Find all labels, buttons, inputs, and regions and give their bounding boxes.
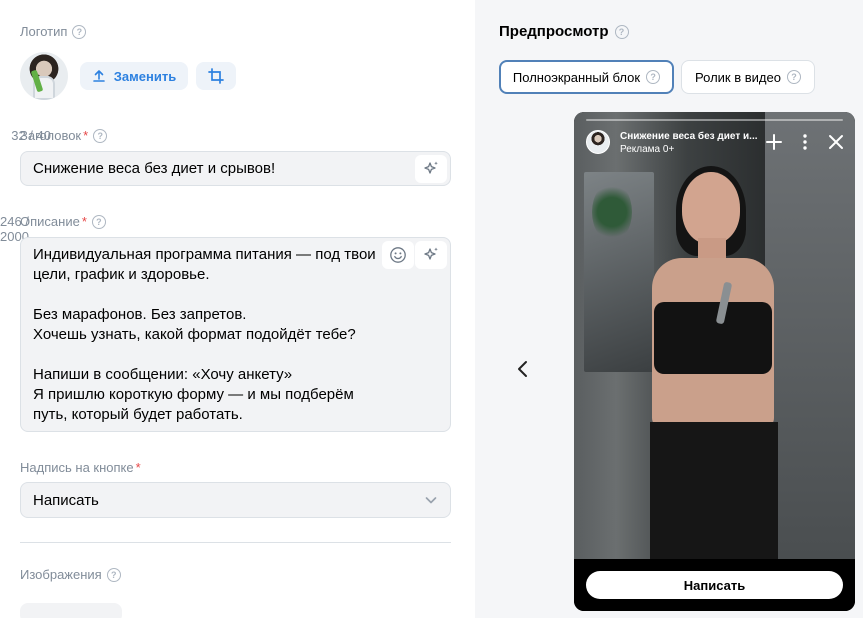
preview-header: Снижение веса без диет и... Реклама 0+ [574, 112, 855, 172]
close-button[interactable] [826, 132, 846, 152]
sparkle-icon [424, 247, 438, 260]
replace-logo-button[interactable]: Заменить [80, 62, 188, 90]
section-divider [20, 542, 451, 543]
tab-fullscreen-block[interactable]: Полноэкранный блок ? [499, 60, 674, 94]
description-line: Хочешь узнать, какой формат подойдёт теб… [33, 326, 356, 343]
button-caption-select[interactable]: Написать [20, 482, 451, 518]
help-icon[interactable]: ? [614, 24, 629, 39]
previous-preview-button[interactable] [512, 358, 534, 380]
upload-icon [92, 70, 105, 82]
help-icon[interactable]: ? [93, 128, 108, 143]
help-icon[interactable]: ? [786, 70, 801, 84]
logo-avatar [20, 52, 68, 100]
title-input[interactable]: Снижение веса без диет и срывов! [20, 151, 451, 186]
logo-label-row: Логотип ? [20, 24, 87, 39]
title-counter: 32 / 40 [11, 128, 51, 143]
required-mark: * [135, 460, 141, 475]
description-line: Индивидуальная программа питания — под т… [33, 246, 376, 263]
tab-label: Ролик в видео [695, 69, 781, 85]
tab-in-video[interactable]: Ролик в видео ? [681, 60, 815, 94]
preview-ad-label: Реклама 0+ [620, 144, 675, 155]
description-line [33, 285, 438, 305]
replace-logo-label: Заменить [113, 68, 177, 84]
crop-icon [208, 68, 224, 84]
story-progress-bar [586, 119, 843, 121]
images-label: Изображения [20, 567, 102, 582]
button-caption-label-row: Надпись на кнопке * [20, 460, 141, 475]
chevron-down-icon [425, 497, 437, 504]
ai-generate-title-button[interactable] [415, 155, 447, 183]
plus-icon [766, 134, 782, 150]
avatar [586, 130, 610, 154]
button-caption-value: Написать [33, 491, 99, 509]
ad-editor-panel: Логотип ? Заменить Заголовок * ? 32 / 40 … [0, 0, 475, 618]
help-icon[interactable]: ? [106, 567, 121, 582]
description-line: путь, который будет работать. [33, 406, 243, 423]
description-line: цели, график и здоровье. [33, 266, 210, 283]
crop-logo-button[interactable] [196, 62, 236, 90]
help-icon[interactable]: ? [646, 70, 661, 84]
emoji-button[interactable] [382, 241, 414, 269]
more-icon [803, 134, 807, 150]
title-input-value: Снижение веса без диет и срывов! [33, 160, 276, 177]
preview-cta-button[interactable]: Написать [586, 571, 843, 599]
close-icon [829, 135, 843, 149]
ad-preview-card: Снижение веса без диет и... Реклама 0+ Н… [574, 112, 855, 611]
required-mark: * [83, 128, 89, 143]
tab-label: Полноэкранный блок [512, 69, 641, 85]
ad-video-image [574, 112, 855, 562]
description-line: Я пришлю короткую форму — и мы подберём [33, 386, 354, 403]
description-line: Напиши в сообщении: «Хочу анкету» [33, 366, 293, 383]
help-icon[interactable]: ? [91, 214, 106, 229]
images-label-row: Изображения ? [20, 567, 121, 582]
help-icon[interactable]: ? [72, 24, 87, 39]
chevron-left-icon [518, 361, 527, 377]
description-textarea[interactable]: Индивидуальная программа питания — под т… [20, 237, 451, 432]
preview-ad-title: Снижение веса без диет и... [620, 131, 758, 142]
more-button[interactable] [795, 132, 815, 152]
preview-footer: Написать [574, 559, 855, 611]
sparkle-icon [424, 161, 438, 174]
ai-generate-description-button[interactable] [415, 241, 447, 269]
description-line [33, 345, 438, 365]
subscribe-button[interactable] [764, 132, 784, 152]
preview-heading: Предпросмотр ? [499, 23, 629, 40]
preview-title: Предпросмотр [499, 23, 609, 40]
description-line: Без марафонов. Без запретов. [33, 306, 247, 323]
emoji-icon [390, 247, 406, 263]
required-mark: * [81, 214, 87, 229]
button-caption-label: Надпись на кнопке [20, 460, 134, 475]
logo-label: Логотип [20, 24, 68, 39]
image-upload-slot[interactable] [20, 603, 122, 618]
